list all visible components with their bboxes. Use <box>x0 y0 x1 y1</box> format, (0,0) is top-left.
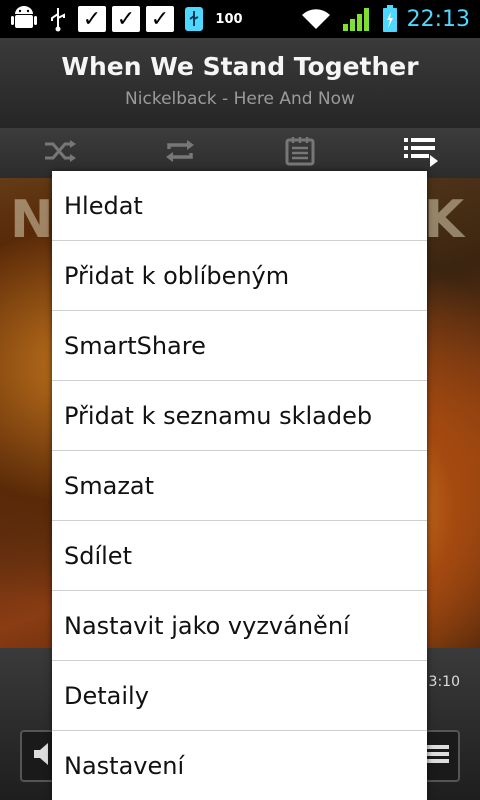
menu-item-add-favorites[interactable]: Přidat k oblíbeným <box>52 241 427 311</box>
menu-item-label: Přidat k seznamu skladeb <box>64 401 373 430</box>
menu-item-add-to-playlist[interactable]: Přidat k seznamu skladeb <box>52 381 427 451</box>
battery-icon <box>381 5 399 32</box>
playlist-add-button[interactable] <box>270 133 330 173</box>
wifi-icon <box>299 6 333 32</box>
battery-level-text: 100 <box>215 11 243 27</box>
song-title: When We Stand Together <box>61 52 419 81</box>
menu-item-settings[interactable]: Nastavení <box>52 731 427 800</box>
usb-storage-icon <box>180 6 208 32</box>
artist-album: Nickelback - Here And Now <box>125 89 355 109</box>
album-letter-right: K <box>423 190 470 250</box>
shuffle-icon <box>43 138 77 168</box>
shuffle-button[interactable] <box>30 133 90 173</box>
now-playing-list-icon <box>402 135 438 171</box>
menu-item-label: Přidat k oblíbeným <box>64 261 290 290</box>
menu-item-label: Hledat <box>64 191 143 220</box>
menu-item-label: Smazat <box>64 471 155 500</box>
menu-item-share[interactable]: Sdílet <box>52 521 427 591</box>
clock: 22:13 <box>406 6 470 32</box>
check-icon: ✓ <box>146 6 174 32</box>
status-bar: ✓ ✓ ✓ 100 22:13 <box>0 0 480 38</box>
menu-item-details[interactable]: Detaily <box>52 661 427 731</box>
menu-item-search[interactable]: Hledat <box>52 171 427 241</box>
list-icon <box>425 742 451 770</box>
options-menu: Hledat Přidat k oblíbeným SmartShare Při… <box>52 171 427 800</box>
check-icon: ✓ <box>112 6 140 32</box>
playlist-add-icon <box>285 136 315 170</box>
menu-item-set-ringtone[interactable]: Nastavit jako vyzvánění <box>52 591 427 661</box>
battery-badge-icon: 100 <box>214 6 244 32</box>
signal-icon <box>341 6 373 32</box>
menu-item-delete[interactable]: Smazat <box>52 451 427 521</box>
repeat-button[interactable] <box>150 133 210 173</box>
check-icon: ✓ <box>78 6 106 32</box>
menu-item-label: Nastavit jako vyzvánění <box>64 611 350 640</box>
menu-item-label: SmartShare <box>64 331 206 360</box>
menu-item-label: Sdílet <box>64 541 132 570</box>
android-icon <box>10 6 38 32</box>
now-playing-list-button[interactable] <box>390 133 450 173</box>
track-duration: 3:10 <box>428 674 460 690</box>
menu-item-label: Nastavení <box>64 751 185 780</box>
repeat-icon <box>163 137 197 169</box>
now-playing-header: When We Stand Together Nickelback - Here… <box>0 38 480 129</box>
usb-icon <box>44 6 72 32</box>
menu-item-smartshare[interactable]: SmartShare <box>52 311 427 381</box>
menu-item-label: Detaily <box>64 681 149 710</box>
